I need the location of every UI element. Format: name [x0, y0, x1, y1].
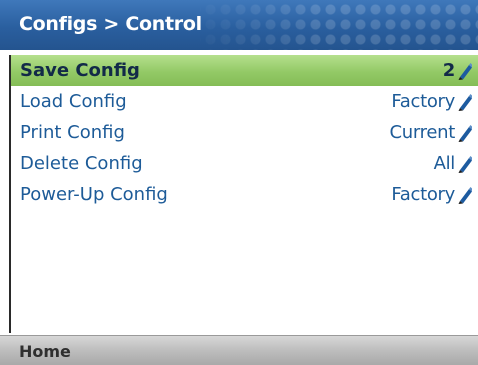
menu-item-power-up-config[interactable]: Power-Up Config Factory [11, 179, 478, 210]
menu-item-label: Print Config [20, 122, 125, 143]
menu-item-value: Factory [391, 184, 455, 205]
soft-key-bar: Home [0, 335, 478, 365]
title-bar: Configs > Control [0, 0, 478, 50]
pencil-icon[interactable] [456, 155, 472, 173]
menu-item-label: Power-Up Config [20, 184, 168, 205]
pencil-icon[interactable] [456, 124, 472, 142]
menu-item-value-group: Factory [391, 184, 472, 205]
menu-item-value-group: Factory [391, 91, 472, 112]
menu-item-value-group: All [434, 153, 472, 174]
menu-item-load-config[interactable]: Load Config Factory [11, 86, 478, 117]
menu-item-delete-config[interactable]: Delete Config All [11, 148, 478, 179]
menu-item-label: Delete Config [20, 153, 143, 174]
menu-item-save-config[interactable]: Save Config 2 [11, 55, 478, 86]
menu-item-value: All [433, 153, 456, 174]
breadcrumb-title: Configs > Control [19, 13, 202, 35]
menu-item-value-group: 2 [443, 60, 472, 81]
menu-item-value: Current [389, 122, 455, 143]
menu-item-value: Factory [391, 91, 455, 112]
pencil-icon[interactable] [456, 186, 472, 204]
menu-item-label: Load Config [20, 91, 127, 112]
home-softkey[interactable]: Home [19, 342, 71, 361]
menu-item-print-config[interactable]: Print Config Current [11, 117, 478, 148]
menu-item-value-group: Current [389, 122, 472, 143]
header-dot-pattern [200, 0, 478, 50]
config-control-menu: Save Config 2 Load Config Factory Print … [9, 55, 478, 333]
pencil-icon[interactable] [456, 62, 472, 80]
menu-item-label: Save Config [20, 60, 140, 81]
menu-item-value: 2 [442, 60, 456, 81]
pencil-icon[interactable] [456, 93, 472, 111]
device-screen: Configs > Control Save Config 2 Load Con… [0, 0, 478, 365]
